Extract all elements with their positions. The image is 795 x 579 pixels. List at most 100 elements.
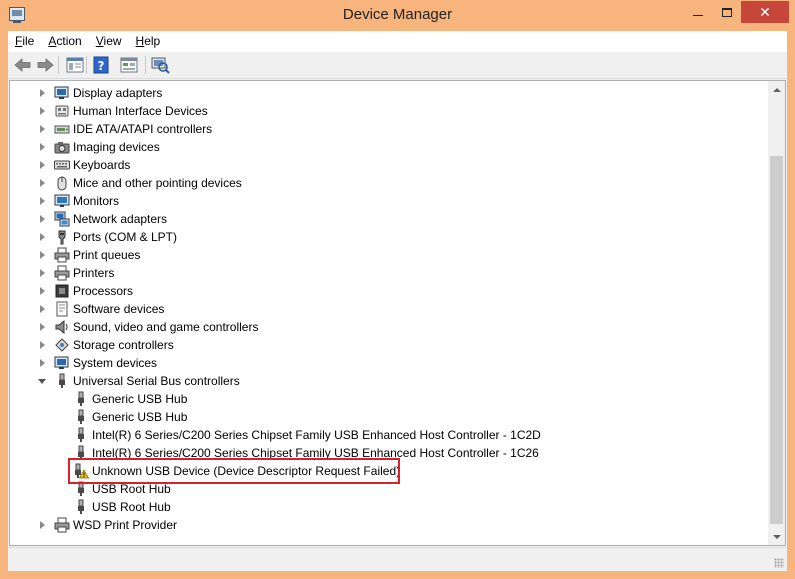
tree-category-imaging-devices[interactable]: Imaging devices: [10, 138, 760, 156]
tree-item-label: IDE ATA/ATAPI controllers: [73, 122, 213, 136]
tree-category-mice-and-other-pointing-devices[interactable]: Mice and other pointing devices: [10, 174, 760, 192]
expand-triangle-icon[interactable]: [40, 125, 45, 133]
expand-triangle-icon[interactable]: [40, 269, 45, 277]
toolbar-separator: [86, 56, 87, 74]
tree-device-generic-usb-hub[interactable]: Generic USB Hub: [10, 408, 760, 426]
expand-triangle-icon[interactable]: [40, 341, 45, 349]
tree-category-network-adapters[interactable]: Network adapters: [10, 210, 760, 228]
tree-item-label: System devices: [73, 356, 158, 370]
maximize-icon: [722, 7, 732, 17]
tree-item-label: Print queues: [73, 248, 141, 262]
keyboard-icon: [54, 157, 70, 173]
expand-triangle-icon[interactable]: [40, 521, 45, 529]
menu-mnemonic: H: [135, 34, 145, 48]
expand-triangle-icon[interactable]: [40, 143, 45, 151]
tree-category-software-devices[interactable]: Software devices: [10, 300, 760, 318]
tree-category-keyboards[interactable]: Keyboards: [10, 156, 760, 174]
menu-help[interactable]: Help: [129, 31, 168, 52]
expand-triangle-icon[interactable]: [40, 323, 45, 331]
tree-category-storage-controllers[interactable]: Storage controllers: [10, 336, 760, 354]
usb-icon: [73, 499, 89, 515]
tree-item-label: Display adapters: [73, 86, 163, 100]
maximize-button[interactable]: [713, 1, 741, 23]
back-arrow-icon[interactable]: [13, 56, 33, 74]
tree-item-label: Intel(R) 6 Series/C200 Series Chipset Fa…: [92, 428, 541, 442]
tree-category-ports-com-lpt[interactable]: Ports (COM & LPT): [10, 228, 760, 246]
toolbar: ?: [8, 52, 787, 79]
tree-item-label: Universal Serial Bus controllers: [73, 374, 240, 388]
expand-triangle-icon[interactable]: [40, 287, 45, 295]
expand-triangle-icon[interactable]: [40, 305, 45, 313]
expand-triangle-icon[interactable]: [40, 215, 45, 223]
tree-category-sound-video-and-game-controllers[interactable]: Sound, video and game controllers: [10, 318, 760, 336]
scroll-up-button[interactable]: [768, 81, 785, 98]
menu-mnemonic: V: [95, 34, 104, 48]
tree-item-label: Storage controllers: [73, 338, 174, 352]
usb-icon: [73, 427, 89, 443]
toolbar-separator: [145, 56, 146, 74]
printer-icon: [54, 265, 70, 281]
tree-category-processors[interactable]: Processors: [10, 282, 760, 300]
tree-item-label: Printers: [73, 266, 115, 280]
menu-view[interactable]: View: [89, 31, 129, 52]
printer-icon: [54, 517, 70, 533]
tree-category-human-interface-devices[interactable]: Human Interface Devices: [10, 102, 760, 120]
tree-category-display-adapters[interactable]: Display adapters: [10, 84, 760, 102]
tree-item-label: USB Root Hub: [92, 500, 171, 514]
tree-item-label: Generic USB Hub: [92, 392, 188, 406]
printer-icon: [54, 247, 70, 263]
tree-device-usb-root-hub[interactable]: USB Root Hub: [10, 498, 760, 516]
usb-icon: [73, 391, 89, 407]
minimize-button[interactable]: [683, 1, 713, 23]
expand-triangle-icon[interactable]: [40, 107, 45, 115]
expand-triangle-icon[interactable]: [40, 233, 45, 241]
tree-device-generic-usb-hub[interactable]: Generic USB Hub: [10, 390, 760, 408]
tree-item-label: Imaging devices: [73, 140, 160, 154]
tree-category-printers[interactable]: Printers: [10, 264, 760, 282]
properties-icon[interactable]: [65, 56, 85, 74]
tree-category-universal-serial-bus-controllers[interactable]: Universal Serial Bus controllers: [10, 372, 760, 390]
svg-text:?: ?: [98, 59, 105, 73]
menu-label-rest: iew: [103, 34, 122, 48]
tree-category-wsd-print-provider[interactable]: WSD Print Provider: [10, 516, 760, 534]
expand-triangle-icon[interactable]: [40, 197, 45, 205]
tree-item-label: Processors: [73, 284, 134, 298]
scan-hardware-icon[interactable]: [150, 56, 170, 74]
camera-icon: [54, 139, 70, 155]
expand-triangle-icon[interactable]: [40, 359, 45, 367]
minimize-icon: [693, 14, 703, 16]
tree-item-label: Monitors: [73, 194, 120, 208]
scroll-thumb[interactable]: [770, 156, 783, 524]
processor-icon: [54, 283, 70, 299]
menu-action[interactable]: Action: [41, 31, 88, 52]
tree-category-monitors[interactable]: Monitors: [10, 192, 760, 210]
tree-item-label: Mice and other pointing devices: [73, 176, 242, 190]
scroll-up-icon: [772, 87, 781, 92]
expand-triangle-icon[interactable]: [40, 251, 45, 259]
window-title: Device Manager: [342, 6, 453, 23]
tree-category-ide-ata-atapi-controllers[interactable]: IDE ATA/ATAPI controllers: [10, 120, 760, 138]
usb-icon: [54, 373, 70, 389]
menu-label-rest: ile: [22, 34, 35, 48]
tree-device-intel-r-6-series-c200-series-chipset-family-usb-enhanced-host-controller-1c2d[interactable]: Intel(R) 6 Series/C200 Series Chipset Fa…: [10, 426, 760, 444]
forward-arrow-icon[interactable]: [35, 56, 55, 74]
tree-item-label: Keyboards: [73, 158, 131, 172]
vertical-scrollbar[interactable]: [768, 81, 785, 545]
ide-controller-icon: [54, 121, 70, 137]
close-button[interactable]: ✕: [741, 1, 789, 23]
title-bar[interactable]: Device Manager ✕: [0, 0, 795, 31]
expand-triangle-icon[interactable]: [40, 179, 45, 187]
expand-triangle-icon[interactable]: [40, 161, 45, 169]
device-tree[interactable]: Display adapters Human Interface Devices I…: [9, 80, 786, 546]
menu-file[interactable]: File: [8, 31, 41, 52]
mouse-icon: [54, 175, 70, 191]
resize-grip-icon[interactable]: [774, 558, 784, 568]
hid-icon: [54, 103, 70, 119]
view-icon[interactable]: [119, 56, 139, 74]
collapse-triangle-icon[interactable]: [38, 379, 46, 384]
scroll-down-button[interactable]: [768, 528, 785, 545]
help-icon[interactable]: ?: [91, 56, 111, 74]
tree-category-print-queues[interactable]: Print queues: [10, 246, 760, 264]
expand-triangle-icon[interactable]: [40, 89, 45, 97]
tree-category-system-devices[interactable]: System devices: [10, 354, 760, 372]
